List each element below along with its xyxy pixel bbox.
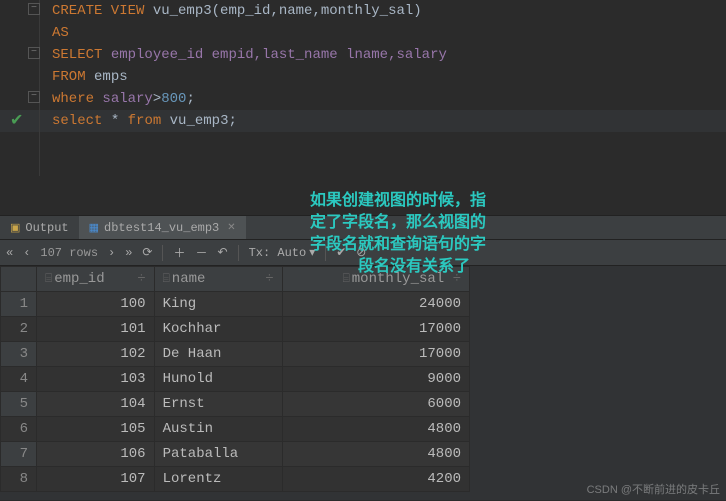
table-row[interactable]: 1100King24000: [1, 292, 470, 317]
annotation-text: 如果创建视图的时候，指 定了字段名，那么视图的 字段名就和查询语句的字 段名没有…: [310, 190, 486, 278]
row-count: 107 rows: [40, 246, 98, 260]
fold-icon[interactable]: −: [28, 47, 40, 59]
col-salary: salary: [102, 91, 152, 107]
kw-select: SELECT: [52, 47, 102, 63]
corner-cell: [1, 267, 37, 292]
from-view: vu_emp3: [170, 113, 229, 129]
kw-as: AS: [52, 25, 69, 41]
table-row[interactable]: 4103Hunold9000: [1, 367, 470, 392]
prev-page-button[interactable]: ‹: [23, 246, 30, 260]
table-row[interactable]: 5104Ernst6000: [1, 392, 470, 417]
first-page-button[interactable]: «: [6, 246, 13, 260]
cell-monthly-sal[interactable]: 4800: [282, 417, 469, 442]
delete-row-button[interactable]: －: [196, 244, 208, 261]
row-number: 1: [1, 292, 37, 317]
cell-monthly-sal[interactable]: 4200: [282, 467, 469, 492]
cell-emp-id[interactable]: 104: [37, 392, 155, 417]
cell-emp-id[interactable]: 106: [37, 442, 155, 467]
row-number: 7: [1, 442, 37, 467]
kw-from2: from: [128, 113, 162, 129]
tab-output[interactable]: ▣ Output: [0, 216, 79, 239]
sql-editor[interactable]: − CREATE VIEW vu_emp3(emp_id,name,monthl…: [0, 0, 726, 186]
cell-name[interactable]: De Haan: [154, 342, 282, 367]
column-icon: ⌸: [163, 272, 170, 286]
tx-mode[interactable]: Tx: Auto ▾: [249, 245, 316, 260]
cell-monthly-sal[interactable]: 24000: [282, 292, 469, 317]
cell-name[interactable]: Lorentz: [154, 467, 282, 492]
cell-emp-id[interactable]: 107: [37, 467, 155, 492]
add-row-button[interactable]: ＋: [173, 244, 185, 261]
check-icon: ✔: [10, 110, 23, 132]
cell-name[interactable]: Austin: [154, 417, 282, 442]
result-grid-wrap[interactable]: ⌸emp_id ÷ ⌸name ÷ ⌸monthly_sal ÷ 1100Kin…: [0, 266, 726, 501]
cell-emp-id[interactable]: 103: [37, 367, 155, 392]
watermark: CSDN @不断前进的皮卡丘: [587, 481, 720, 497]
literal-800: 800: [161, 91, 186, 107]
table-row[interactable]: 6105Austin4800: [1, 417, 470, 442]
tab-result-label: dbtest14_vu_emp3: [104, 221, 219, 235]
cell-name[interactable]: Kochhar: [154, 317, 282, 342]
close-icon[interactable]: ✕: [227, 222, 235, 234]
refresh-button[interactable]: ⟳: [142, 245, 152, 260]
row-number: 4: [1, 367, 37, 392]
cell-name[interactable]: Hunold: [154, 367, 282, 392]
table-name: emps: [94, 69, 128, 85]
cell-emp-id[interactable]: 101: [37, 317, 155, 342]
tab-result[interactable]: ▦ dbtest14_vu_emp3 ✕: [79, 216, 246, 239]
view-cols: (emp_id,name,monthly_sal): [212, 3, 422, 19]
cell-name[interactable]: Pataballa: [154, 442, 282, 467]
fold-icon[interactable]: −: [28, 91, 40, 103]
table-row[interactable]: 8107Lorentz4200: [1, 467, 470, 492]
key-icon: ⌸: [45, 272, 52, 286]
view-name: vu_emp3: [153, 3, 212, 19]
kw-where: where: [52, 91, 94, 107]
row-number: 5: [1, 392, 37, 417]
cell-name[interactable]: Ernst: [154, 392, 282, 417]
select-cols: employee_id empid,last_name lname,salary: [111, 47, 447, 63]
cell-monthly-sal[interactable]: 6000: [282, 392, 469, 417]
revert-button[interactable]: ↶: [218, 245, 228, 260]
fold-icon[interactable]: −: [28, 3, 40, 15]
tab-output-label: Output: [25, 221, 68, 235]
table-row[interactable]: 7106Pataballa4800: [1, 442, 470, 467]
output-icon: ▣: [10, 221, 20, 235]
row-number: 8: [1, 467, 37, 492]
cell-emp-id[interactable]: 105: [37, 417, 155, 442]
col-name[interactable]: ⌸name ÷: [154, 267, 282, 292]
cell-monthly-sal[interactable]: 4800: [282, 442, 469, 467]
next-page-button[interactable]: ›: [108, 246, 115, 260]
cell-emp-id[interactable]: 100: [37, 292, 155, 317]
col-emp-id[interactable]: ⌸emp_id ÷: [37, 267, 155, 292]
kw-create-view: CREATE VIEW: [52, 3, 144, 19]
cell-name[interactable]: King: [154, 292, 282, 317]
row-number: 2: [1, 317, 37, 342]
kw-from: FROM: [52, 69, 86, 85]
cell-monthly-sal[interactable]: 9000: [282, 367, 469, 392]
row-number: 6: [1, 417, 37, 442]
cell-monthly-sal[interactable]: 17000: [282, 317, 469, 342]
table-row[interactable]: 3102De Haan17000: [1, 342, 470, 367]
cell-monthly-sal[interactable]: 17000: [282, 342, 469, 367]
cell-emp-id[interactable]: 102: [37, 342, 155, 367]
row-number: 3: [1, 342, 37, 367]
result-grid: ⌸emp_id ÷ ⌸name ÷ ⌸monthly_sal ÷ 1100Kin…: [0, 266, 470, 492]
last-page-button[interactable]: »: [125, 246, 132, 260]
table-icon: ▦: [89, 221, 99, 235]
table-row[interactable]: 2101Kochhar17000: [1, 317, 470, 342]
kw-select2: select: [52, 113, 102, 129]
